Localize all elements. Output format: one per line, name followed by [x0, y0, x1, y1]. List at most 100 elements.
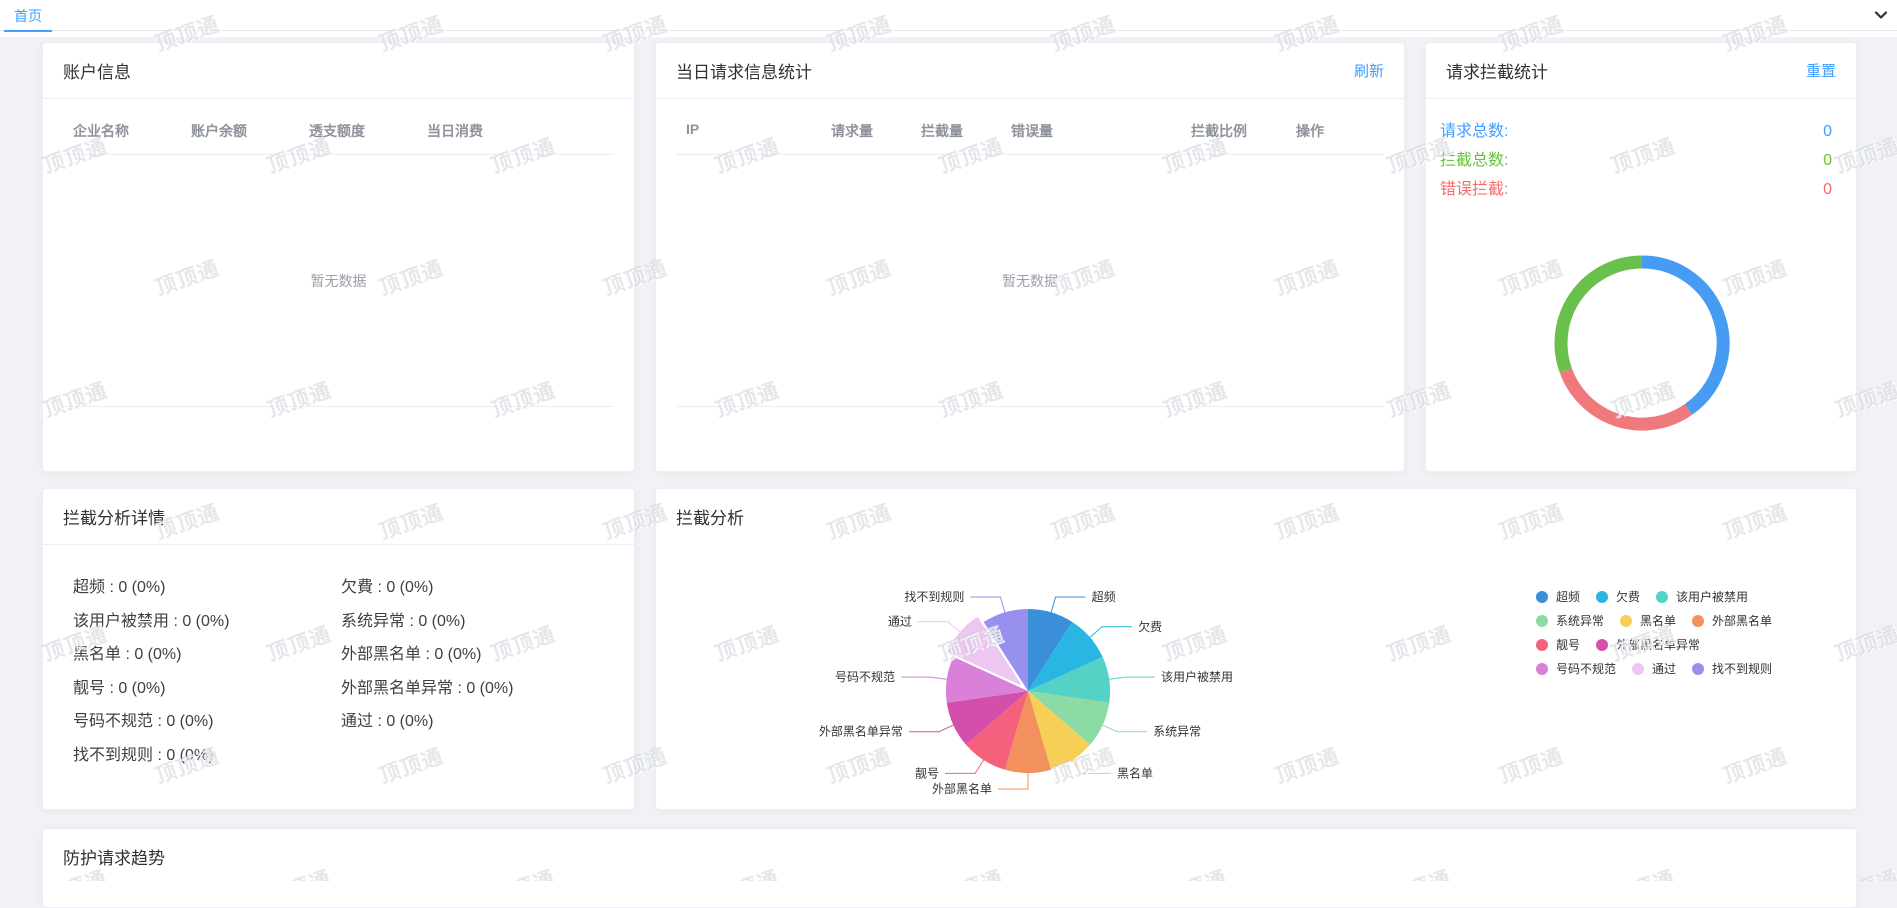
column-header: 请求量: [821, 121, 911, 141]
legend-dot-icon: [1656, 591, 1668, 603]
refresh-button[interactable]: 刷新: [1354, 60, 1384, 81]
pie-label: 找不到规则: [904, 589, 964, 604]
detail-stat: 欠費 : 0 (0%): [341, 571, 634, 605]
legend-row: 系统异常 黑名单 外部黑名单: [1536, 612, 1857, 629]
intercept-analysis-card: 拦截分析 超频欠费该用户被禁用系统异常黑名单外部黑名单靓号外部黑名单异常号码不规…: [655, 488, 1857, 810]
stat-label: 错误拦截:: [1440, 175, 1508, 204]
pie-label-line: [918, 622, 960, 633]
pie-label: 靓号: [915, 766, 939, 780]
pie-label: 外部黑名单: [932, 781, 992, 796]
legend-item[interactable]: 外部黑名单: [1692, 612, 1772, 629]
tab-home[interactable]: 首页: [4, 3, 52, 32]
pie-label: 外部黑名单异常: [819, 724, 903, 739]
intercept-stats-card: 请求拦截统计 重置 请求总数: 0 拦截总数: 0 错误拦截: 0: [1425, 42, 1857, 472]
stat-row: 错误拦截: 0: [1440, 175, 1832, 204]
stat-label: 请求总数:: [1440, 117, 1508, 146]
legend-dot-icon: [1620, 615, 1632, 627]
stat-row: 请求总数: 0: [1440, 117, 1832, 146]
pie-label: 该用户被禁用: [1161, 669, 1233, 684]
account-table-header: 企业名称账户余额透支额度当日消费: [63, 121, 614, 155]
stat-value: 0: [1823, 146, 1832, 175]
stat-value: 0: [1823, 117, 1832, 146]
column-header: 企业名称: [63, 121, 181, 141]
detail-stat: 通过 : 0 (0%): [341, 705, 634, 739]
legend-item[interactable]: 找不到规则: [1692, 660, 1772, 677]
legend-label: 外部黑名单: [1712, 612, 1772, 629]
column-header: 当日消费: [417, 121, 614, 141]
reset-button[interactable]: 重置: [1806, 60, 1836, 81]
pie-label-line: [1103, 725, 1148, 732]
legend-item[interactable]: 该用户被禁用: [1656, 588, 1748, 605]
column-header: 拦截量: [911, 121, 1001, 141]
detail-stat: 号码不规范 : 0 (0%): [73, 705, 341, 739]
legend-label: 通过: [1652, 660, 1676, 677]
legend-item[interactable]: 靓号: [1536, 636, 1580, 653]
donut-segment[interactable]: [1561, 262, 1642, 371]
pie-legend: 超频欠费 该用户被禁用系统异常 黑名单 外部黑名单靓号外部黑名单异常号码不规范 通过 找不…: [1536, 588, 1857, 684]
legend-item[interactable]: 黑名单: [1620, 612, 1676, 629]
detail-stat: 外部黑名单 : 0 (0%): [341, 638, 634, 672]
intercept-totals: 请求总数: 0 拦截总数: 0 错误拦截: 0: [1426, 99, 1856, 204]
trend-card: 防护请求趋势: [42, 828, 1857, 908]
legend-label: 该用户被禁用: [1676, 588, 1748, 605]
legend-row: 号码不规范 通过 找不到规则: [1536, 660, 1857, 677]
legend-dot-icon: [1536, 663, 1548, 675]
today-table-header: IP请求量拦截量错误量拦截比例操作: [676, 121, 1384, 155]
legend-dot-icon: [1692, 615, 1704, 627]
donut-segment[interactable]: [1566, 371, 1689, 424]
today-card-title: 当日请求信息统计: [676, 58, 812, 83]
trend-card-title: 防护请求趋势: [63, 844, 165, 869]
legend-item[interactable]: 通过: [1632, 660, 1676, 677]
pie-label-line: [1051, 597, 1086, 612]
stat-value: 0: [1823, 175, 1832, 204]
legend-label: 系统异常: [1556, 612, 1604, 629]
legend-item[interactable]: 超频: [1536, 588, 1580, 605]
pie-label-line: [1072, 760, 1111, 773]
legend-row: 靓号外部黑名单异常: [1536, 636, 1857, 653]
donut-segment[interactable]: [1642, 262, 1723, 409]
column-header: IP: [676, 121, 821, 141]
pie-label: 黑名单: [1117, 765, 1153, 780]
detail-stat: 该用户被禁用 : 0 (0%): [73, 605, 341, 639]
detail-column-right: 欠費 : 0 (0%)系统异常 : 0 (0%)外部黑名单 : 0 (0%)外部…: [341, 571, 634, 772]
account-card-title: 账户信息: [63, 58, 131, 83]
legend-dot-icon: [1596, 591, 1608, 603]
account-info-card: 账户信息 企业名称账户余额透支额度当日消费 暂无数据: [42, 42, 635, 472]
tabs-dropdown-button[interactable]: [1870, 4, 1892, 26]
legend-dot-icon: [1692, 663, 1704, 675]
legend-item[interactable]: 系统异常: [1536, 612, 1604, 629]
legend-item[interactable]: 外部黑名单异常: [1596, 636, 1700, 653]
pie-label: 通过: [888, 615, 912, 629]
pie-label-line: [1109, 677, 1155, 679]
pie-label: 欠费: [1138, 619, 1162, 634]
pie-label: 超频: [1092, 589, 1116, 604]
today-request-stats-card: 当日请求信息统计 刷新 IP请求量拦截量错误量拦截比例操作 暂无数据: [655, 42, 1405, 472]
legend-dot-icon: [1536, 615, 1548, 627]
pie-label-line: [909, 725, 954, 732]
legend-item[interactable]: 欠费: [1596, 588, 1640, 605]
pie-label-line: [1090, 627, 1132, 638]
column-header: 拦截比例: [1181, 121, 1286, 141]
detail-stat: 系统异常 : 0 (0%): [341, 605, 634, 639]
intercept-donut-chart[interactable]: [1426, 223, 1857, 453]
detail-stat: 靓号 : 0 (0%): [73, 672, 341, 706]
column-header: 操作: [1286, 121, 1384, 141]
pie-label-line: [970, 597, 1005, 612]
legend-label: 靓号: [1556, 636, 1580, 653]
legend-dot-icon: [1596, 639, 1608, 651]
pie-label-line: [901, 677, 947, 679]
intercept-detail-title: 拦截分析详情: [63, 504, 165, 529]
legend-item[interactable]: 号码不规范: [1536, 660, 1616, 677]
pie-label: 系统异常: [1153, 725, 1201, 739]
pie-label-line: [945, 760, 984, 773]
intercept-detail-card: 拦截分析详情 超频 : 0 (0%)该用户被禁用 : 0 (0%)黑名单 : 0…: [42, 488, 635, 810]
legend-label: 找不到规则: [1712, 660, 1772, 677]
legend-label: 黑名单: [1640, 612, 1676, 629]
pie-label-line: [998, 773, 1028, 789]
stat-label: 拦截总数:: [1440, 146, 1508, 175]
tab-bar: 首页: [0, 0, 1897, 37]
legend-dot-icon: [1536, 591, 1548, 603]
intercept-stats-title: 请求拦截统计: [1446, 58, 1548, 83]
account-empty-text: 暂无数据: [63, 155, 614, 407]
legend-label: 号码不规范: [1556, 660, 1616, 677]
